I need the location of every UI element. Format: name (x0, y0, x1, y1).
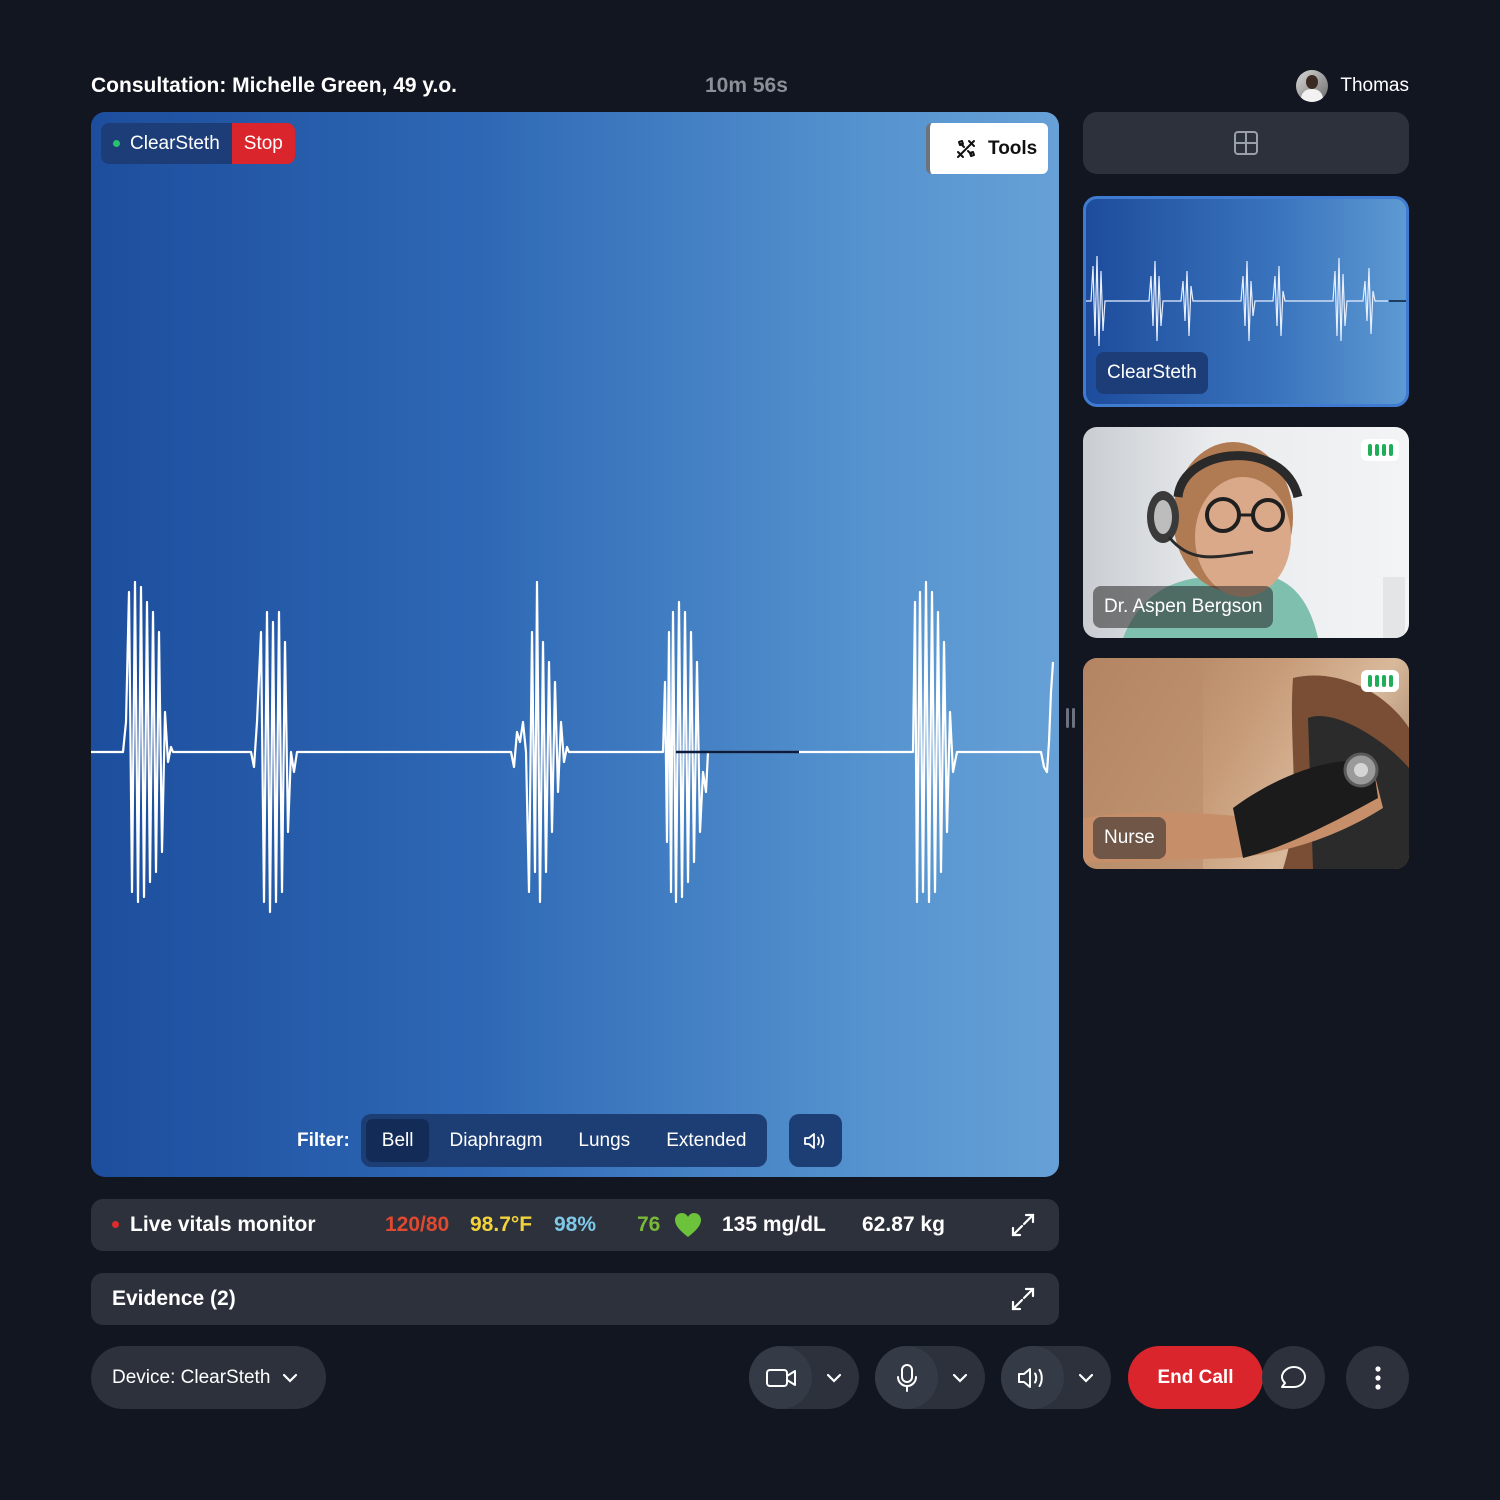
weight-value: 62.87 kg (862, 1213, 945, 1236)
participant-name: Dr. Aspen Bergson (1093, 586, 1274, 628)
vitals-monitor-bar: Live vitals monitor 120/80 98.7°F 98% 76… (91, 1199, 1059, 1251)
filter-bar: Filter: Bell Diaphragm Lungs Extended (297, 1114, 843, 1167)
chevron-down-icon (826, 1373, 842, 1383)
tools-label: Tools (988, 137, 1038, 159)
camera-toggle-button[interactable] (749, 1346, 812, 1409)
blood-pressure-value: 120/80 (385, 1213, 450, 1236)
vitals-title: Live vitals monitor (130, 1213, 316, 1236)
page-title: Consultation: Michelle Green, 49 y.o. (91, 74, 458, 97)
call-timer: 10m 56s (705, 74, 788, 97)
heart-icon (675, 1213, 701, 1237)
speaker-options-button[interactable] (1064, 1373, 1108, 1383)
evidence-title: Evidence (2) (112, 1287, 236, 1310)
filter-label: Filter: (297, 1129, 350, 1151)
chevron-down-icon (1078, 1373, 1094, 1383)
heart-rate-value: 76 (637, 1213, 661, 1236)
chat-bubble-icon (1280, 1365, 1306, 1388)
microphone-icon (896, 1363, 917, 1392)
tools-button[interactable]: Tools (926, 123, 1048, 174)
expand-icon[interactable] (1009, 1211, 1037, 1239)
chevron-down-icon (283, 1373, 298, 1383)
participant-name: Nurse (1093, 817, 1166, 859)
stage-volume-button[interactable] (789, 1114, 843, 1167)
participant-tile-clearsteth[interactable]: ClearSteth (1083, 196, 1409, 407)
more-vertical-icon (1374, 1365, 1381, 1390)
temperature-value: 98.7°F (470, 1213, 533, 1236)
stop-button[interactable]: Stop (231, 123, 295, 164)
chevron-down-icon (952, 1373, 968, 1383)
user-name: Thomas (1340, 75, 1409, 96)
speaker-toggle-button[interactable] (1001, 1346, 1064, 1409)
recording-badge: ClearSteth Stop (101, 123, 295, 164)
live-dot (113, 140, 120, 147)
participant-tile-doctor[interactable]: Dr. Aspen Bergson (1083, 427, 1409, 638)
spo2-value: 98% (554, 1213, 597, 1236)
glucose-value: 135 mg/dL (722, 1213, 826, 1236)
filter-segmented-control: Bell Diaphragm Lungs Extended (360, 1114, 768, 1167)
live-indicator-dot (112, 1221, 119, 1228)
camera-control (749, 1346, 859, 1409)
microphone-options-button[interactable] (938, 1373, 982, 1383)
filter-bell[interactable]: Bell (365, 1119, 430, 1162)
audio-level-indicator (1361, 439, 1399, 461)
device-selector[interactable]: Device: ClearSteth (91, 1346, 326, 1409)
audio-level-indicator (1361, 670, 1399, 692)
chat-button[interactable] (1262, 1346, 1325, 1409)
video-camera-icon (765, 1368, 796, 1387)
more-options-button[interactable] (1346, 1346, 1409, 1409)
user-menu[interactable]: Thomas (1296, 70, 1409, 102)
microphone-toggle-button[interactable] (875, 1346, 938, 1409)
panel-resize-handle[interactable] (1066, 708, 1076, 730)
evidence-bar[interactable]: Evidence (2) (91, 1273, 1059, 1325)
source-label: ClearSteth (130, 132, 220, 154)
filter-extended[interactable]: Extended (650, 1119, 762, 1162)
avatar (1296, 70, 1329, 102)
end-call-button[interactable]: End Call (1128, 1346, 1263, 1409)
layout-grid-button[interactable] (1083, 112, 1409, 174)
camera-options-button[interactable] (812, 1373, 856, 1383)
top-bar: Consultation: Michelle Green, 49 y.o. 10… (91, 70, 1409, 104)
device-label: Device: ClearSteth (112, 1366, 271, 1388)
speaker-control (1001, 1346, 1111, 1409)
filter-lungs[interactable]: Lungs (562, 1119, 646, 1162)
filter-diaphragm[interactable]: Diaphragm (433, 1119, 558, 1162)
microphone-control (875, 1346, 985, 1409)
participant-name: ClearSteth (1096, 352, 1208, 394)
expand-icon[interactable] (1009, 1285, 1037, 1313)
speaker-icon (1017, 1367, 1043, 1388)
source-indicator: ClearSteth (101, 123, 232, 164)
heart-sound-waveform (91, 580, 1055, 914)
main-stage: ClearSteth Stop Tools Filter: Bell Diaph… (91, 112, 1059, 1177)
participant-tile-nurse[interactable]: Nurse (1083, 658, 1409, 869)
tools-icon (957, 139, 975, 158)
grid-layout-icon (1234, 131, 1258, 155)
speaker-icon (804, 1132, 825, 1149)
